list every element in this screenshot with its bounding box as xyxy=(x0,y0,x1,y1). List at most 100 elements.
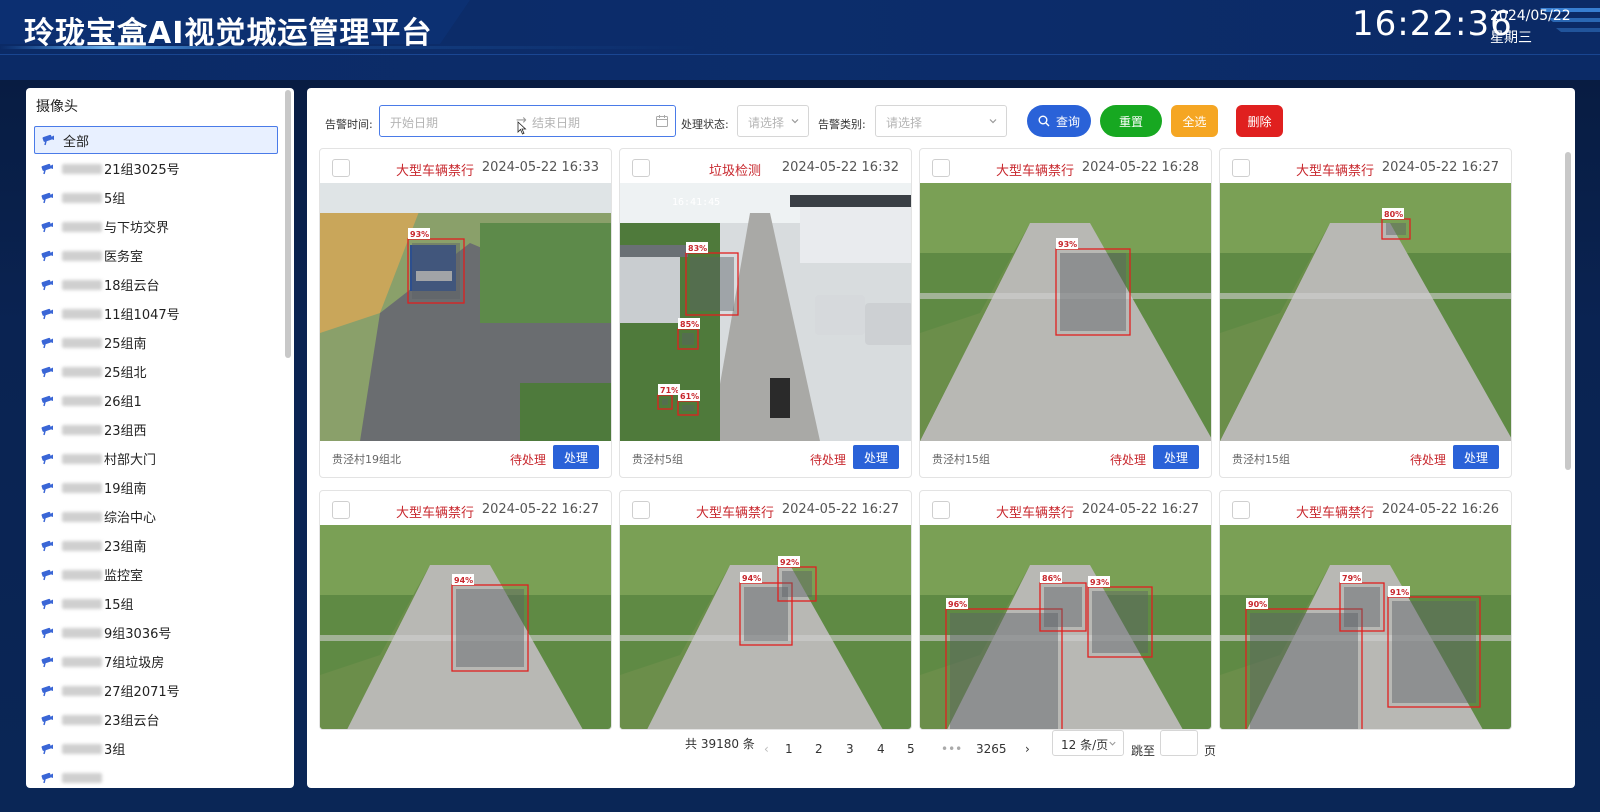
alarm-card[interactable]: 垃圾检测 2024-05-22 16:32 83% 85% 71% 61% 16:41:45… xyxy=(619,148,912,478)
alarm-card[interactable]: 大型车辆禁行 2024-05-22 16:27 94% xyxy=(319,490,612,730)
alarm-photo[interactable]: 94% 92% xyxy=(620,525,911,729)
page-number[interactable]: 4 xyxy=(877,742,885,756)
camera-item[interactable]: 26组1 xyxy=(34,386,278,415)
status-badge: 待处理 xyxy=(510,453,547,467)
camera-item[interactable]: 与下坊交界 xyxy=(34,212,278,241)
redacted-text xyxy=(62,569,102,580)
alarm-photo[interactable]: 96% 86% 93% xyxy=(920,525,1211,729)
camera-item[interactable]: 医务室 xyxy=(34,241,278,270)
camera-item[interactable]: 11组1047号 xyxy=(34,299,278,328)
alarm-photo[interactable]: 80% xyxy=(1220,183,1511,441)
camera-icon xyxy=(41,743,53,754)
detection-confidence: 91% xyxy=(1390,588,1409,597)
camera-item-label: 3组 xyxy=(104,743,126,758)
alarm-card[interactable]: 大型车辆禁行 2024-05-22 16:27 96% 86% 93% xyxy=(919,490,1212,730)
alarm-photo[interactable]: 90% 79% 91% xyxy=(1220,525,1511,729)
alarm-card[interactable]: 大型车辆禁行 2024-05-22 16:26 90% 79% 91% xyxy=(1219,490,1512,730)
camera-item[interactable]: 9组3036号 xyxy=(34,618,278,647)
alarm-card[interactable]: 大型车辆禁行 2024-05-22 16:27 80% 贵泾村15组 待处理 处理 xyxy=(1219,148,1512,478)
camera-item-label: 27组2071号 xyxy=(104,685,180,700)
detection-confidence: 93% xyxy=(1058,240,1077,249)
prev-page-icon[interactable]: ‹ xyxy=(764,742,769,756)
camera-item[interactable]: 村部大门 xyxy=(34,444,278,473)
camera-icon xyxy=(41,482,53,493)
detected-object xyxy=(662,399,668,405)
camera-item[interactable]: 15组 xyxy=(34,589,278,618)
ellipsis[interactable]: ••• xyxy=(941,742,962,756)
status-select[interactable]: 请选择 xyxy=(737,105,809,137)
camera-item[interactable]: 21组3025号 xyxy=(34,154,278,183)
handle-button[interactable]: 处理 xyxy=(853,445,899,469)
handle-button[interactable]: 处理 xyxy=(553,445,599,469)
alarm-photo[interactable]: 93% xyxy=(320,183,611,441)
search-icon xyxy=(1038,115,1050,127)
query-button-label: 查询 xyxy=(1055,114,1080,129)
card-grid-scrollbar[interactable] xyxy=(1565,152,1571,470)
camera-item[interactable]: 27组2071号 xyxy=(34,676,278,705)
detection-confidence: 94% xyxy=(454,576,473,585)
page-size-select[interactable]: 12 条/页 xyxy=(1052,730,1124,756)
redacted-text xyxy=(62,395,102,406)
alarm-snapshot: 80% xyxy=(1220,183,1511,441)
camera-item[interactable]: 综治中心 xyxy=(34,502,278,531)
alarm-time: 2024-05-22 16:33 xyxy=(481,160,599,175)
page-number[interactable]: 5 xyxy=(907,742,915,756)
next-page-icon[interactable]: › xyxy=(1025,742,1030,756)
camera-item-label: 5组 xyxy=(104,192,126,207)
camera-item[interactable]: 监控室 xyxy=(34,560,278,589)
query-button[interactable]: 查询 xyxy=(1027,105,1091,137)
page-number[interactable]: 3 xyxy=(846,742,854,756)
handle-button[interactable]: 处理 xyxy=(1453,445,1499,469)
camera-item[interactable]: 19组南 xyxy=(34,473,278,502)
camera-item[interactable]: 25组南 xyxy=(34,328,278,357)
reset-button[interactable]: 重置 xyxy=(1100,105,1162,137)
camera-icon xyxy=(41,540,53,551)
alarm-snapshot: 90% 79% 91% xyxy=(1220,525,1511,729)
camera-item[interactable]: 全部 xyxy=(34,126,278,154)
end-date-input[interactable]: 结束日期 xyxy=(532,114,580,131)
alarm-time: 2024-05-22 16:26 xyxy=(1381,502,1499,517)
redacted-text xyxy=(62,163,102,174)
alarm-photo[interactable]: 83% 85% 71% 61% 16:41:45 xyxy=(620,183,911,441)
camera-icon xyxy=(41,424,53,435)
alarm-card[interactable]: 大型车辆禁行 2024-05-22 16:27 94% 92% xyxy=(619,490,912,730)
detected-object xyxy=(682,405,694,411)
alarm-snapshot: 93% xyxy=(320,183,611,441)
alarm-card[interactable]: 大型车辆禁行 2024-05-22 16:28 93% 贵泾村15组 待处理 处理 xyxy=(919,148,1212,478)
camera-item[interactable] xyxy=(34,763,278,788)
select-all-button[interactable]: 全选 xyxy=(1171,105,1218,137)
page-number[interactable]: 2 xyxy=(815,742,823,756)
camera-item[interactable]: 3组 xyxy=(34,734,278,763)
jump-label: 跳至 xyxy=(1131,744,1156,758)
camera-item[interactable]: 23组云台 xyxy=(34,705,278,734)
camera-item[interactable]: 23组南 xyxy=(34,531,278,560)
alarm-photo[interactable]: 94% xyxy=(320,525,611,729)
camera-item-label: 26组1 xyxy=(104,395,142,410)
detection-confidence: 85% xyxy=(680,320,699,329)
redacted-text xyxy=(62,453,102,464)
handle-button[interactable]: 处理 xyxy=(1153,445,1199,469)
camera-item[interactable]: 23组西 xyxy=(34,415,278,444)
camera-item[interactable]: 7组垃圾房 xyxy=(34,647,278,676)
alarm-card[interactable]: 大型车辆禁行 2024-05-22 16:33 93% 贵泾村19组北 待处理 处理 xyxy=(319,148,612,478)
camera-icon xyxy=(41,598,53,609)
page-last[interactable]: 3265 xyxy=(976,742,1007,756)
camera-item-label: 15组 xyxy=(104,598,134,613)
start-date-input[interactable]: 开始日期 xyxy=(390,114,438,131)
alarm-panel: 告警时间: 开始日期 → 结束日期 处理状态: 请选择 告警类别: 请选择 查询… xyxy=(307,88,1575,788)
camera-item[interactable]: 5组 xyxy=(34,183,278,212)
delete-button[interactable]: 删除 xyxy=(1236,105,1283,137)
type-select[interactable]: 请选择 xyxy=(875,105,1007,137)
camera-item[interactable]: 18组云台 xyxy=(34,270,278,299)
camera-icon xyxy=(41,453,53,464)
camera-item[interactable]: 25组北 xyxy=(34,357,278,386)
alarm-photo[interactable]: 93% xyxy=(920,183,1211,441)
date-label: 2024/05/22 xyxy=(1490,8,1571,24)
date-range-picker[interactable]: 开始日期 → 结束日期 xyxy=(379,105,676,137)
chevron-down-icon xyxy=(791,119,799,124)
detected-object xyxy=(1386,223,1406,235)
page-number[interactable]: 1 xyxy=(785,742,793,756)
camera-list-scrollbar[interactable] xyxy=(285,90,291,358)
jump-page-input[interactable] xyxy=(1160,730,1198,756)
camera-item-label: 18组云台 xyxy=(104,279,160,294)
